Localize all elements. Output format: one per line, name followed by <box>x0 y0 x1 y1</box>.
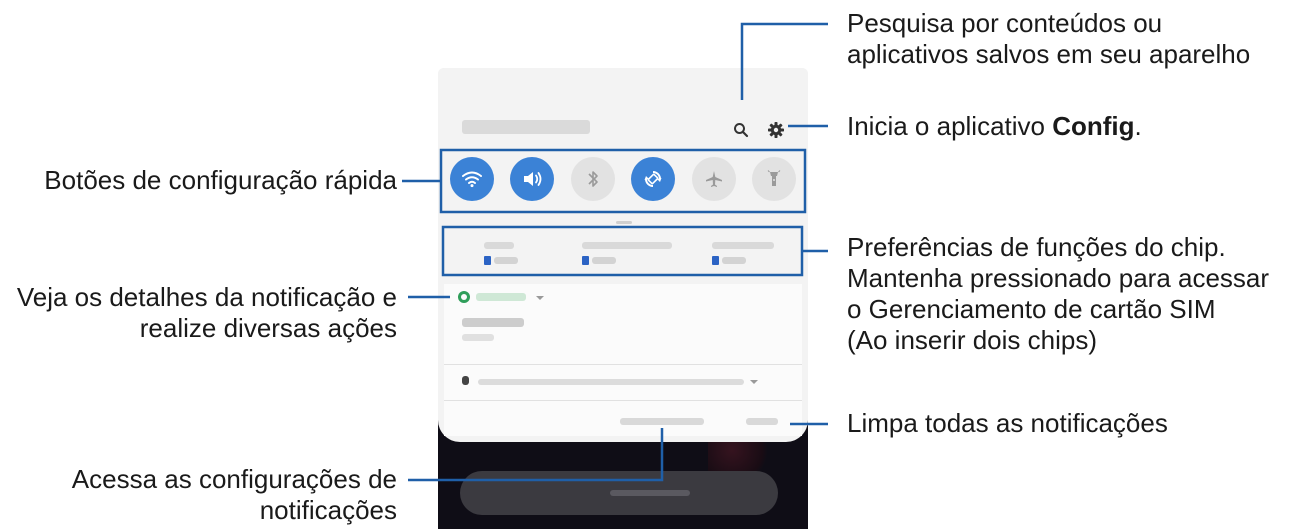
highlight-quick-buttons <box>439 148 807 214</box>
callout-line-search <box>740 22 828 100</box>
highlight-sim-preferences <box>441 225 804 277</box>
callout-lines <box>402 22 828 482</box>
callout-line-notif-settings <box>408 428 664 482</box>
